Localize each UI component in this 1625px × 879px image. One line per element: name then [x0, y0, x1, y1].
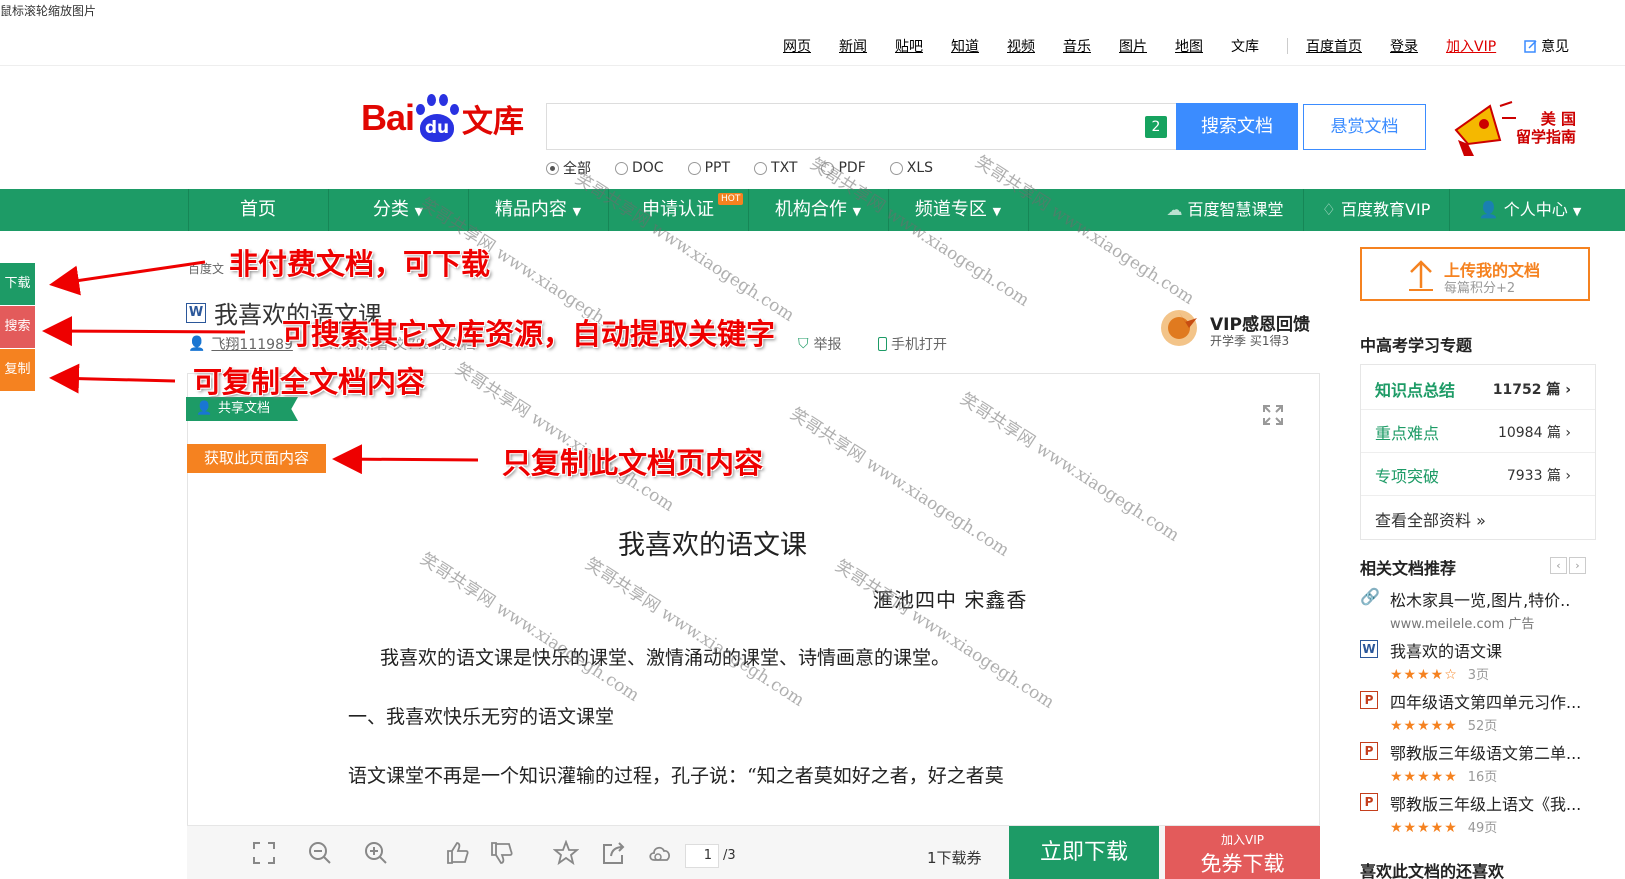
- annotation-copy-all: 可复制全文档内容: [193, 365, 426, 399]
- annotation-copy-page: 只复制此文档页内容: [502, 446, 764, 480]
- annotation-arrow: [49, 363, 176, 394]
- annotation-search: 可搜索其它文库资源，自动提取关键字: [282, 317, 776, 351]
- annotation-download: 非付费文档，可下载: [229, 247, 491, 281]
- annotation-arrows: [42, 260, 479, 475]
- annotation-arrow: [49, 260, 206, 296]
- annotation-arrow: [42, 316, 246, 347]
- annotation-arrow: [332, 444, 479, 475]
